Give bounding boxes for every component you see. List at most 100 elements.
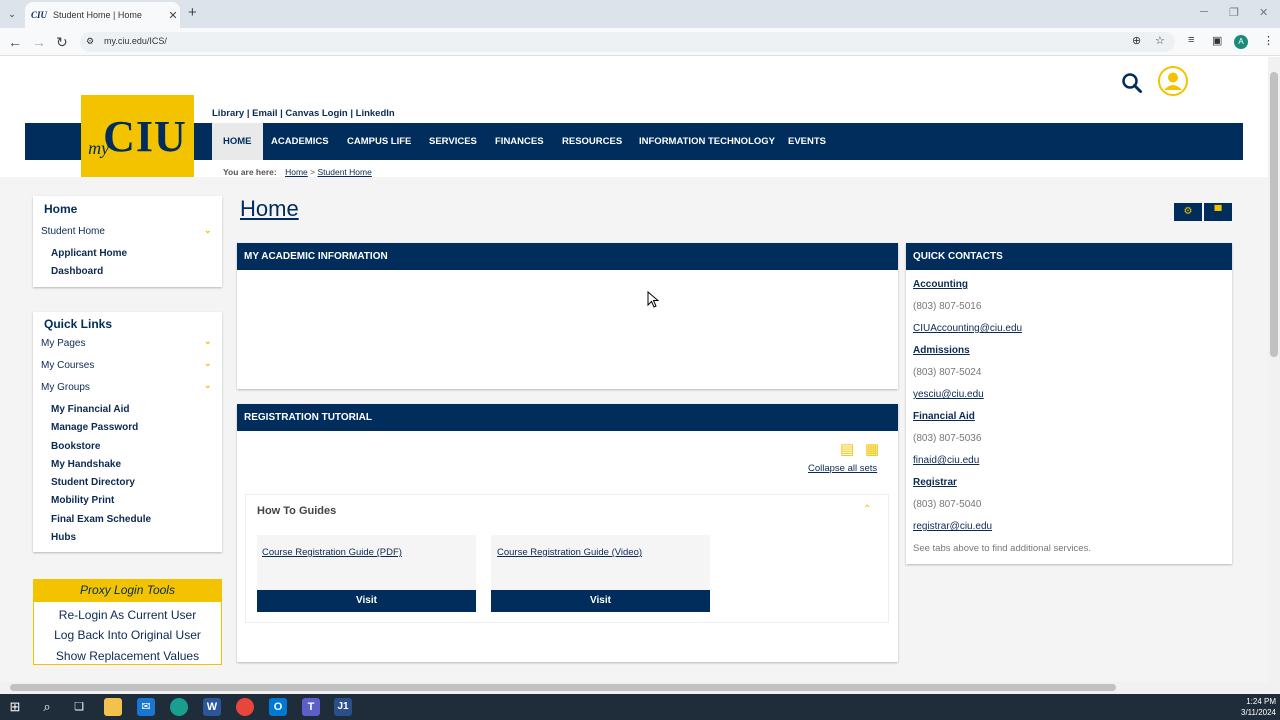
outlook-icon[interactable]: O (269, 698, 287, 716)
nav-academics[interactable]: ACADEMICS (260, 123, 340, 160)
contact-financial-aid-phone: (803) 807-5036 (913, 433, 982, 444)
zoom-icon[interactable]: ⊕ (1132, 34, 1141, 47)
nav-events[interactable]: EVENTS (777, 123, 837, 160)
nav-campus-life[interactable]: CAMPUS LIFE (336, 123, 422, 160)
windows-taskbar (0, 694, 1280, 720)
new-tab-icon[interactable]: + (188, 5, 197, 21)
quick-link-student-directory[interactable]: Student Directory (51, 477, 135, 488)
minimize-icon[interactable]: ─ (1200, 6, 1208, 18)
side-panel-icon[interactable]: ▣ (1212, 34, 1222, 47)
quick-link-my-financial-aid[interactable]: My Financial Aid (51, 404, 130, 415)
grid-view-icon[interactable]: ▦ (865, 440, 879, 458)
breadcrumb-label: You are here: (223, 167, 277, 177)
sidebar-home-title[interactable]: Home (44, 202, 77, 216)
proxy-relogin-link[interactable]: Re-Login As Current User (33, 608, 222, 622)
settings-gear-icon[interactable]: ⚙ (1174, 203, 1202, 221)
visit-pdf-button[interactable]: Visit (257, 590, 476, 612)
quick-contacts-note: See tabs above to find additional servic… (913, 543, 1091, 554)
reading-list-icon[interactable]: ≡ (1188, 34, 1194, 46)
contact-registrar-name[interactable]: Registrar (913, 477, 957, 488)
visit-video-button[interactable]: Visit (491, 590, 710, 612)
bookmark-star-icon[interactable]: ☆ (1155, 34, 1165, 47)
guide-video-link[interactable]: Course Registration Guide (Video) (497, 547, 642, 558)
contact-accounting-name[interactable]: Accounting (913, 279, 968, 290)
site-info-icon[interactable]: ⚙ (86, 36, 94, 47)
vertical-scroll-thumb[interactable] (1270, 72, 1278, 357)
quick-link-manage-password[interactable]: Manage Password (51, 422, 138, 433)
how-to-guides-title[interactable]: How To Guides (257, 505, 336, 517)
jenzabar-app-icon[interactable]: J1 (334, 698, 352, 716)
chevron-down-icon[interactable]: ⌄ (204, 380, 212, 391)
quick-group-my-groups[interactable]: My Groups (41, 382, 90, 393)
nav-services[interactable]: SERVICES (418, 123, 488, 160)
forward-icon[interactable]: → (32, 34, 46, 50)
guide-pdf-link[interactable]: Course Registration Guide (PDF) (262, 547, 402, 558)
chevron-down-icon[interactable]: ⌄ (204, 336, 212, 347)
search-icon[interactable] (1121, 72, 1143, 94)
breadcrumb-current-link[interactable]: Student Home (317, 167, 371, 177)
chevron-down-icon[interactable]: ⌄ (204, 358, 212, 369)
nav-home[interactable]: HOME (212, 123, 263, 160)
quick-link-final-exam-schedule[interactable]: Final Exam Schedule (51, 514, 151, 525)
breadcrumb-home-link[interactable]: Home (285, 167, 308, 177)
sidebar-item-dashboard[interactable]: Dashboard (51, 266, 103, 277)
tab-title: Student Home | Home (53, 10, 142, 20)
chevron-up-icon[interactable]: ⌃ (863, 504, 871, 515)
quick-link-bookstore[interactable]: Bookstore (51, 441, 100, 452)
contact-accounting-phone: (803) 807-5016 (913, 301, 982, 312)
academic-info-title: MY ACADEMIC INFORMATION (237, 243, 898, 270)
tab-search-chevron-icon[interactable]: ⌄ (4, 6, 20, 22)
academic-info-panel: MY ACADEMIC INFORMATION (237, 243, 898, 389)
quick-link-mobility-print[interactable]: Mobility Print (51, 495, 114, 506)
task-view-icon[interactable]: ❏ (70, 698, 88, 716)
browser-menu-icon[interactable]: ⋮ (1263, 34, 1274, 47)
windows-start-icon[interactable]: ⊞ (6, 698, 24, 716)
contact-financial-aid-name[interactable]: Financial Aid (913, 411, 975, 422)
proxy-show-values-link[interactable]: Show Replacement Values (33, 649, 222, 663)
restore-icon[interactable]: ❐ (1229, 6, 1239, 19)
contact-admissions-name[interactable]: Admissions (913, 345, 970, 356)
contact-registrar-email[interactable]: registrar@ciu.edu (913, 521, 992, 532)
collapse-all-sets-link[interactable]: Collapse all sets (808, 463, 877, 474)
print-icon[interactable]: ▀ (1204, 203, 1232, 221)
quick-group-my-pages[interactable]: My Pages (41, 338, 85, 349)
nav-information-technology[interactable]: INFORMATION TECHNOLOGY (628, 123, 786, 160)
file-explorer-icon[interactable] (104, 698, 122, 716)
proxy-log-back-link[interactable]: Log Back Into Original User (33, 628, 222, 642)
myciu-logo[interactable]: my CIU (81, 95, 194, 177)
quick-link-hubs[interactable]: Hubs (51, 532, 76, 543)
clock-date: 3/11/2024 (1241, 708, 1276, 717)
nav-finances[interactable]: FINANCES (484, 123, 555, 160)
teams-icon[interactable]: T (302, 698, 320, 716)
mail-icon[interactable]: ✉ (137, 698, 155, 716)
registration-tutorial-title: REGISTRATION TUTORIAL (237, 404, 898, 431)
list-view-icon[interactable]: ▤ (840, 440, 854, 458)
browser-tab[interactable]: CIU Student Home | Home ✕ (25, 2, 180, 28)
profile-avatar-icon[interactable]: A (1234, 35, 1248, 49)
edge-browser-icon[interactable] (170, 698, 188, 716)
top-links[interactable]: Library | Email | Canvas Login | LinkedI… (212, 108, 395, 119)
chevron-down-icon[interactable]: ⌄ (204, 225, 212, 236)
quick-link-my-handshake[interactable]: My Handshake (51, 459, 121, 470)
sidebar-item-applicant-home[interactable]: Applicant Home (51, 248, 127, 259)
contact-financial-aid-email[interactable]: finaid@ciu.edu (913, 455, 979, 466)
page-title[interactable]: Home (240, 196, 299, 222)
url-text[interactable]: my.ciu.edu/ICS/ (104, 36, 167, 46)
breadcrumb: You are here: Home > Student Home (223, 167, 372, 177)
contact-accounting-email[interactable]: CIUAccounting@ciu.edu (913, 323, 1022, 334)
taskbar-clock[interactable]: 1:24 PM 3/11/2024 (1232, 696, 1276, 718)
nav-resources[interactable]: RESOURCES (551, 123, 633, 160)
back-icon[interactable]: ← (8, 34, 22, 50)
taskbar-search-icon[interactable]: ⌕ (38, 698, 56, 716)
close-window-icon[interactable]: ✕ (1259, 6, 1268, 19)
word-icon[interactable]: W (203, 698, 221, 716)
sidebar-student-home[interactable]: Student Home (41, 226, 105, 237)
user-account-icon[interactable] (1158, 66, 1188, 96)
chrome-browser-icon[interactable] (236, 698, 254, 716)
reload-icon[interactable]: ↻ (56, 34, 68, 50)
address-bar[interactable] (80, 32, 1175, 52)
contact-admissions-email[interactable]: yesciu@ciu.edu (913, 389, 984, 400)
quick-group-my-courses[interactable]: My Courses (41, 360, 94, 371)
horizontal-scroll-thumb[interactable] (10, 684, 1116, 691)
tab-close-icon[interactable]: ✕ (166, 9, 180, 22)
